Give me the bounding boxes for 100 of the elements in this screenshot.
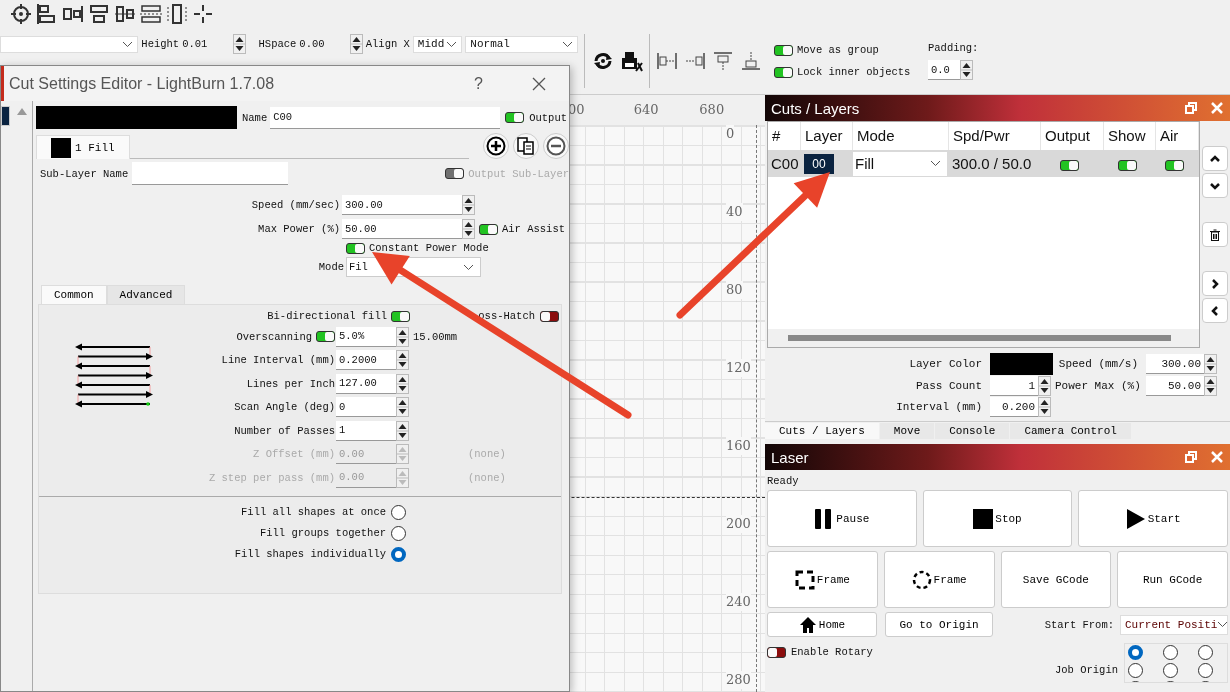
input-field[interactable]: 5.0% [336,326,396,347]
spin-buttons[interactable] [349,34,363,54]
panel-tab[interactable]: Console [935,423,1010,439]
help-button[interactable]: ? [474,74,483,93]
toggle-switch[interactable] [774,66,793,78]
layer-list-item[interactable] [1,106,10,126]
toggle-switch[interactable] [316,331,335,343]
spin-buttons[interactable] [396,326,409,347]
go-to-origin-button[interactable]: Go to Origin [885,612,993,637]
input-field[interactable]: 0.200 [990,397,1038,417]
move-up-button[interactable] [1202,146,1228,171]
text-field[interactable] [132,162,289,185]
laser-button[interactable]: Start [1078,490,1228,547]
radio-button[interactable] [1198,663,1213,678]
spin-buttons[interactable] [462,195,475,215]
align-icon[interactable] [62,3,84,25]
distribute-icon[interactable] [140,3,162,25]
align-icon[interactable] [114,3,136,25]
layer-chip[interactable]: 00 [804,153,834,174]
crosshair-icon[interactable] [192,3,214,25]
spin-buttons[interactable] [396,373,409,394]
spin-buttons[interactable] [462,219,475,239]
toggle-switch[interactable] [346,242,365,254]
copy-button[interactable] [513,133,539,159]
distribute-icon[interactable] [166,3,188,25]
input-field[interactable]: 50.00 [342,219,462,239]
spin-buttons[interactable] [396,397,409,418]
select-field[interactable] [0,35,139,53]
mode-select[interactable]: Fill [853,151,947,176]
move-down-button[interactable] [1202,173,1228,198]
expand-button[interactable] [1202,271,1228,296]
layer-row[interactable]: C00 00 Fill 300.0 / 50.0 [768,150,1199,177]
input-field[interactable]: 1 [990,376,1038,396]
input-field[interactable]: 0.0 [928,60,960,80]
laser-button[interactable]: Save GCode [1000,551,1112,608]
panel-tab[interactable]: Move [879,423,935,439]
color-swatch[interactable] [990,353,1053,375]
toggle-switch[interactable] [540,310,559,322]
sub-layer-tab[interactable]: 1 Fill [36,135,130,159]
select-field[interactable]: Current Positi [1120,614,1228,635]
collapse-button[interactable] [1202,298,1228,323]
toggle-switch[interactable] [1060,159,1079,171]
restore-icon[interactable] [1184,450,1198,464]
radio-button[interactable] [391,525,406,541]
panel-tab[interactable]: Cuts / Layers [765,423,879,439]
close-icon[interactable] [531,75,547,92]
radio-button[interactable] [391,504,406,520]
spin-buttons[interactable] [1038,376,1051,396]
toggle-switch[interactable] [767,646,786,658]
laser-button[interactable]: Pause [767,490,917,547]
radio-button[interactable] [1163,645,1178,660]
spin-buttons[interactable] [960,60,973,80]
field-label: Name [242,111,268,124]
input-field[interactable]: 0 [336,397,396,418]
laser-button[interactable]: Run GCode [1117,551,1228,608]
toggle-switch[interactable] [479,223,498,235]
target-icon[interactable] [10,3,32,25]
input-field[interactable]: 127.00 [336,373,396,394]
printer-icon[interactable] [619,49,643,73]
toggle-switch[interactable] [505,112,525,123]
field-label: Mode [317,261,345,273]
remove-button[interactable] [543,133,569,159]
toggle-switch[interactable] [774,44,793,56]
input-field[interactable]: C00 [270,106,501,129]
restore-icon[interactable] [1184,101,1198,115]
spin-buttons[interactable] [396,350,409,371]
toggle-switch[interactable] [1117,159,1137,171]
spin-buttons[interactable] [1204,376,1217,396]
scrollbar-thumb[interactable] [788,335,1171,341]
spin-buttons[interactable] [1204,354,1217,374]
input-field[interactable]: 1 [336,420,396,441]
home-button[interactable]: Home [767,612,877,637]
radio-button[interactable] [1163,663,1178,678]
align-icon[interactable] [36,3,58,25]
laser-button[interactable]: Frame [883,551,995,608]
settings-tab[interactable]: Advanced [106,285,186,304]
settings-tab[interactable]: Common [41,285,107,304]
delete-button[interactable] [1202,222,1228,247]
color-swatch[interactable] [36,106,237,129]
spin-buttons[interactable] [396,420,409,441]
input-field[interactable]: 300.00 [1146,354,1204,374]
field-label: Pass Count [915,380,983,392]
radio-button[interactable] [1128,663,1143,678]
input-field[interactable]: 0.2000 [336,350,396,371]
align-icon[interactable] [88,3,110,25]
radio-button[interactable] [391,546,406,562]
spin-buttons[interactable] [1038,397,1051,417]
input-field[interactable]: 50.00 [1146,376,1204,396]
select-field[interactable]: Normal [465,35,578,53]
toggle-switch[interactable] [391,310,410,322]
input-field[interactable]: 300.00 [342,195,462,215]
select-field[interactable]: Midd [412,35,463,53]
laser-button[interactable]: Stop [922,490,1073,547]
toggle-switch[interactable] [1165,159,1184,171]
panel-tab[interactable]: Camera Control [1010,423,1131,439]
radio-button[interactable] [1128,645,1143,660]
laser-button[interactable]: Frame [767,551,878,608]
spin-buttons[interactable] [232,34,246,54]
radio-button[interactable] [1198,645,1213,660]
add-button[interactable] [483,133,509,159]
